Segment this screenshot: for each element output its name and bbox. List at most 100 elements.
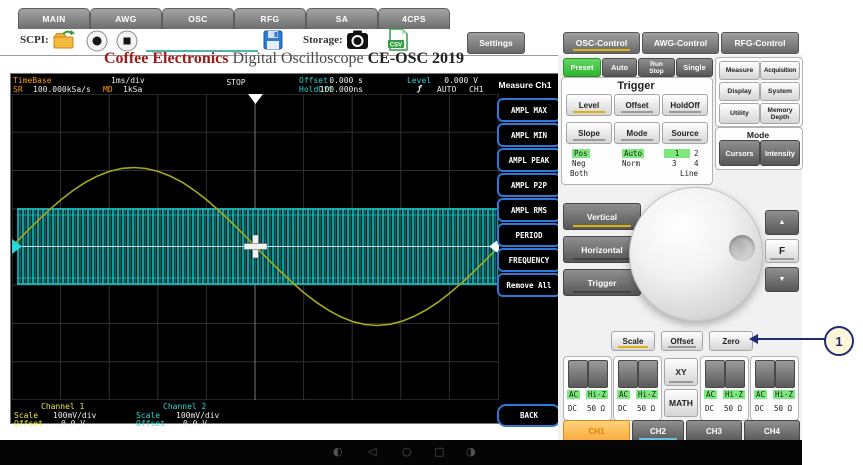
utility-button[interactable]: Utility — [719, 103, 760, 124]
ch4-coupling-toggle[interactable] — [755, 360, 775, 388]
vertical-button[interactable]: Vertical — [563, 203, 641, 230]
ch3-50ohm-label[interactable]: 50 Ω — [724, 404, 742, 413]
ch3-ac-label[interactable]: AC — [704, 390, 717, 399]
acquisition-button[interactable]: Acquisition — [760, 61, 800, 80]
ch4-impedance-toggle[interactable] — [775, 360, 795, 388]
system-button[interactable]: System — [760, 82, 800, 101]
cursors-button[interactable]: Cursors — [719, 140, 760, 166]
ch2-coupling-toggle[interactable] — [618, 360, 638, 388]
measure-remove-all-button[interactable]: Remove All — [497, 273, 561, 297]
control-panel: Preset Auto Run Stop Single Trigger Leve… — [558, 55, 802, 440]
source-option-3[interactable]: 3 — [672, 159, 677, 168]
tab-4cps[interactable]: 4CPS — [378, 8, 450, 29]
channel1-offset-value: 0.0 V — [61, 419, 85, 428]
trigger-holdoff-button[interactable]: HoldOff — [662, 94, 708, 116]
math-button[interactable]: MATH — [664, 389, 698, 417]
tab-sa[interactable]: SA — [306, 8, 378, 29]
source-option-1[interactable]: 1 — [664, 149, 690, 158]
measure-panel-title: Measure Ch1 — [493, 80, 557, 90]
tab-awg[interactable]: AWG — [90, 8, 162, 29]
source-option-4[interactable]: 4 — [694, 159, 699, 168]
tab-awg-control[interactable]: AWG-Control — [642, 32, 719, 54]
ch1-impedance-toggle[interactable] — [588, 360, 608, 388]
xy-button[interactable]: XY — [664, 358, 698, 386]
ch4-hiz-label[interactable]: Hi-Z — [773, 390, 795, 399]
mode-option-auto[interactable]: Auto — [622, 149, 644, 158]
ch3-coupling-toggle[interactable] — [705, 360, 725, 388]
memory-depth-button[interactable]: Memory Depth — [760, 103, 800, 124]
record-button[interactable] — [86, 30, 108, 52]
timebase-value: 1ms/div — [111, 76, 145, 85]
trigger-mode-button[interactable]: Mode — [614, 122, 660, 144]
ch2-50ohm-label[interactable]: 50 Ω — [637, 404, 655, 413]
measure-frequency-button[interactable]: FREQUENCY — [497, 248, 561, 272]
recents-icon[interactable]: □ — [434, 445, 444, 458]
auto-button[interactable]: Auto — [602, 58, 637, 77]
ch2-ac-label[interactable]: AC — [617, 390, 630, 399]
ch2-impedance-toggle[interactable] — [638, 360, 658, 388]
ch3-hiz-label[interactable]: Hi-Z — [723, 390, 745, 399]
ch3-dc-label[interactable]: DC — [705, 404, 714, 413]
slope-option-pos[interactable]: Pos — [572, 149, 590, 158]
holdoff-value: 100.000ns — [311, 85, 363, 94]
home-icon[interactable]: ○ — [402, 445, 412, 458]
trigger-source-button[interactable]: Source — [662, 122, 708, 144]
preset-button[interactable]: Preset — [563, 58, 601, 77]
measure-ampl-max-button[interactable]: AMPL MAX — [497, 98, 561, 122]
mode-option-norm[interactable]: Norm — [622, 159, 640, 168]
volume-down-icon[interactable]: ◐ — [333, 445, 343, 458]
measure-ampl-p2p-button[interactable]: AMPL P2P — [497, 173, 561, 197]
sample-rate-label: SR — [13, 85, 23, 94]
fine-button[interactable]: F — [765, 239, 799, 263]
source-option-line[interactable]: Line — [680, 169, 698, 178]
scale-button[interactable]: Scale — [611, 331, 655, 351]
trigger-level-button[interactable]: Level — [566, 94, 612, 116]
measure-button[interactable]: Measure — [719, 61, 760, 80]
single-button[interactable]: Single — [676, 58, 713, 77]
intensity-button[interactable]: Intensity — [760, 140, 800, 166]
stop-button[interactable] — [116, 30, 138, 52]
csv-export-icon[interactable]: CSV — [387, 28, 409, 51]
tab-main[interactable]: MAIN — [18, 8, 90, 29]
ch1-coupling-toggle[interactable] — [568, 360, 588, 388]
ch4-ac-label[interactable]: AC — [754, 390, 767, 399]
ch1-hiz-label[interactable]: Hi-Z — [586, 390, 608, 399]
ch3-impedance-toggle[interactable] — [725, 360, 745, 388]
back-icon[interactable]: ◁ — [368, 445, 376, 458]
tab-osc-control[interactable]: OSC-Control — [563, 32, 640, 54]
measure-ampl-min-button[interactable]: AMPL MIN — [497, 123, 561, 147]
step-down-button[interactable]: ▼ — [765, 267, 799, 292]
offset-button[interactable]: Offset — [661, 331, 703, 351]
ch1-ac-label[interactable]: AC — [567, 390, 580, 399]
step-up-button[interactable]: ▲ — [765, 210, 799, 235]
trigger-offset-button[interactable]: Offset — [614, 94, 660, 116]
trigger-slope-button[interactable]: Slope — [566, 122, 612, 144]
tab-rfg-control[interactable]: RFG-Control — [721, 32, 799, 54]
ch4-dc-label[interactable]: DC — [755, 404, 764, 413]
volume-up-icon[interactable]: ◑ — [466, 445, 476, 458]
camera-screenshot-icon[interactable] — [346, 30, 369, 50]
ch1-50ohm-label[interactable]: 50 Ω — [587, 404, 605, 413]
channel2-offset-value: 0.0 V — [183, 419, 207, 428]
ch2-hiz-label[interactable]: Hi-Z — [636, 390, 658, 399]
measure-ampl-peak-button[interactable]: AMPL PEAK — [497, 148, 561, 172]
save-floppy-icon[interactable] — [262, 29, 284, 51]
rotary-knob[interactable] — [629, 187, 763, 321]
zero-button[interactable]: Zero — [709, 331, 753, 351]
bottom-nav-bar — [0, 440, 802, 465]
measure-ampl-rms-button[interactable]: AMPL RMS — [497, 198, 561, 222]
trigger-button[interactable]: Trigger — [563, 269, 641, 296]
back-button[interactable]: BACK — [497, 404, 561, 427]
tab-osc[interactable]: OSC — [162, 8, 234, 29]
ch1-dc-label[interactable]: DC — [568, 404, 577, 413]
run-stop-button[interactable]: Run Stop — [638, 58, 675, 77]
measure-period-button[interactable]: PERIOD — [497, 223, 561, 247]
source-option-2[interactable]: 2 — [694, 149, 699, 158]
tab-rfg[interactable]: RFG — [234, 8, 306, 29]
slope-option-neg[interactable]: Neg — [572, 159, 586, 168]
ch4-50ohm-label[interactable]: 50 Ω — [774, 404, 792, 413]
display-button[interactable]: Display — [719, 82, 760, 101]
open-folder-icon[interactable] — [52, 29, 76, 51]
slope-option-both[interactable]: Both — [570, 169, 588, 178]
ch2-dc-label[interactable]: DC — [618, 404, 627, 413]
